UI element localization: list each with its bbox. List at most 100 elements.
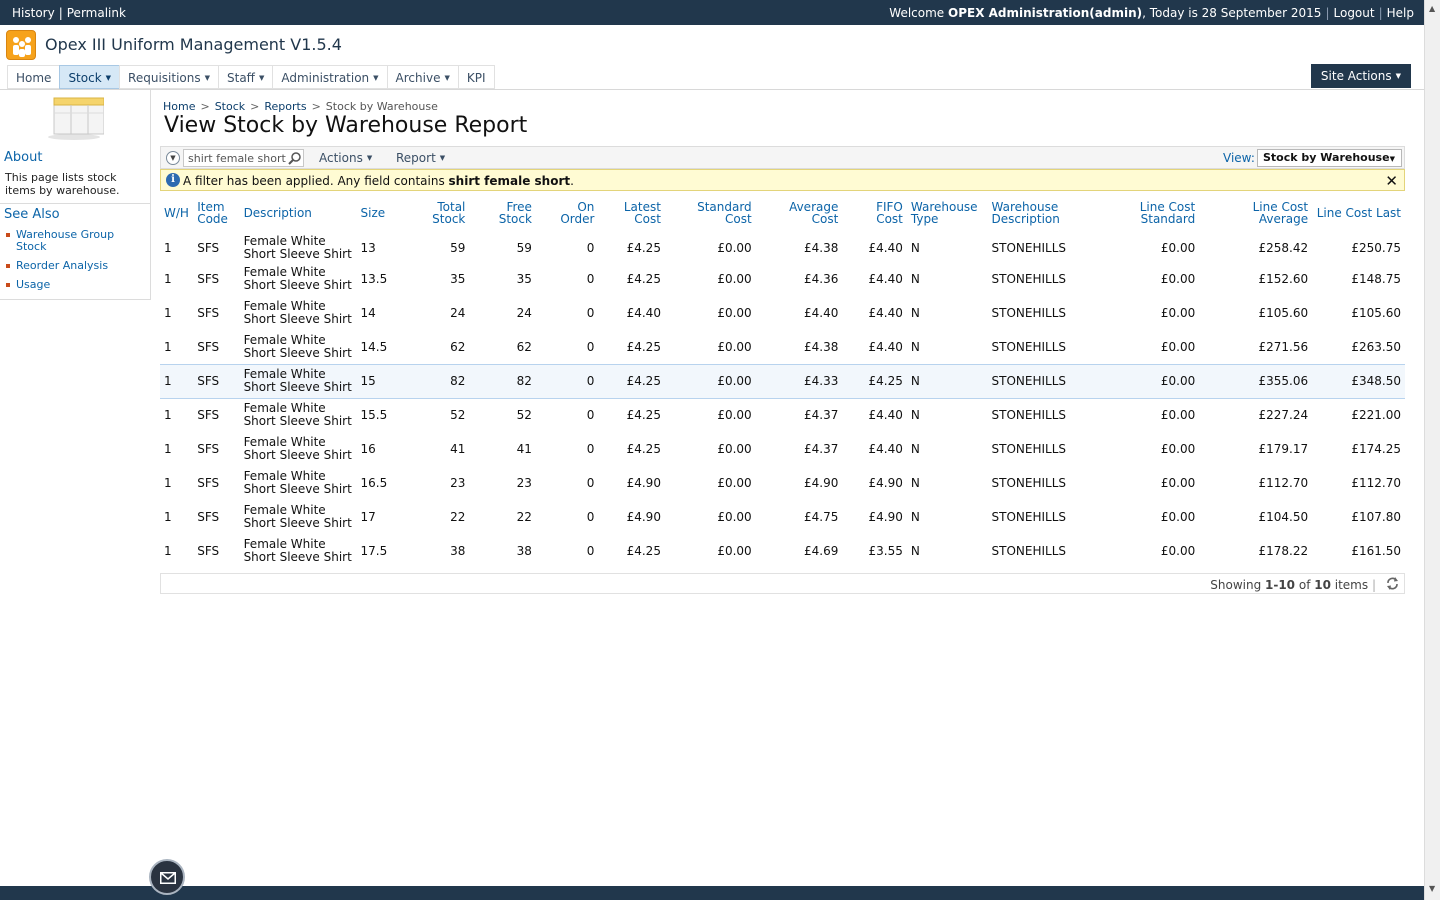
breadcrumb-reports[interactable]: Reports bbox=[264, 100, 306, 113]
table-row[interactable]: 1 SFS Female White Short Sleeve Shirt 15.5 5… bbox=[160, 398, 1405, 432]
expand-search-icon[interactable]: ▼ bbox=[166, 151, 180, 165]
cell-line-cost-last: £263.50 bbox=[1351, 339, 1401, 354]
nav-home[interactable]: Home bbox=[7, 65, 60, 89]
cell-latest-cost: £4.25 bbox=[626, 408, 661, 423]
history-link[interactable]: History bbox=[12, 6, 55, 20]
cell-warehouse-type: N bbox=[910, 241, 920, 255]
filter-term: shirt female short bbox=[448, 174, 571, 188]
cell-free-stock: 59 bbox=[516, 241, 532, 255]
header-col-line-cost-average[interactable]: Line Cost Average bbox=[1199, 198, 1312, 228]
header-col-on-order[interactable]: On Order bbox=[536, 198, 599, 228]
cell-line-cost-average: £104.50 bbox=[1258, 510, 1309, 524]
see-also-heading: See Also bbox=[4, 207, 60, 222]
table-row[interactable]: 1 SFS Female White Short Sleeve Shirt 17.5 3… bbox=[160, 534, 1405, 568]
report-menu[interactable]: Report ▼ bbox=[396, 151, 445, 165]
header-col-average-cost[interactable]: Average Cost bbox=[756, 198, 843, 228]
permalink-link[interactable]: Permalink bbox=[67, 6, 126, 20]
header-col-line-cost-standard[interactable]: Line Cost Standard bbox=[1082, 198, 1199, 228]
cell-item-code: SFS bbox=[197, 510, 220, 524]
top-navigation: Home Stock ▼ Requisitions ▼ Staff ▼ Adminis… bbox=[7, 65, 495, 89]
table-row[interactable]: 1 SFS Female White Short Sleeve Shirt 13 59 5… bbox=[160, 228, 1405, 262]
view-select[interactable]: Stock by Warehouse ▼ bbox=[1257, 149, 1402, 167]
header-col-free-stock[interactable]: Free Stock bbox=[469, 198, 536, 228]
search-icon[interactable] bbox=[288, 151, 302, 165]
cell-line-cost-last: £161.50 bbox=[1351, 544, 1401, 558]
cell-total-stock: 82 bbox=[396, 363, 470, 399]
stock-table: W/H Item Code Description Size Total Stock Fr… bbox=[160, 198, 1405, 568]
nav-stock[interactable]: Stock ▼ bbox=[59, 65, 120, 89]
cell-fifo-cost: £4.40 bbox=[868, 306, 903, 320]
cell-warehouse-type: N bbox=[910, 544, 920, 558]
table-row[interactable]: 1 SFS Female White Short Sleeve Shirt 13.5 3… bbox=[160, 262, 1405, 296]
header-col-line-cost-last[interactable]: Line Cost Last bbox=[1312, 198, 1405, 228]
cell-average-cost: £4.90 bbox=[804, 476, 839, 490]
see-also-reorder-analysis[interactable]: Reorder Analysis bbox=[6, 260, 146, 272]
header-col-standard-cost[interactable]: Standard Cost bbox=[665, 198, 756, 228]
vertical-scrollbar[interactable]: ▲ ▼ bbox=[1424, 0, 1440, 900]
cell-latest-cost: £4.90 bbox=[626, 476, 661, 490]
cell-line-cost-average: £355.06 bbox=[1199, 363, 1313, 399]
header-col-fifo-cost[interactable]: FIFO Cost bbox=[842, 198, 907, 228]
cell-warehouse-type: N bbox=[910, 408, 920, 423]
cell-size: 15 bbox=[356, 363, 397, 399]
cell-warehouse-description: STONEHILLS bbox=[991, 476, 1067, 490]
scroll-up-icon[interactable]: ▲ bbox=[1429, 4, 1435, 13]
nav-requisitions[interactable]: Requisitions ▼ bbox=[119, 65, 218, 89]
cell-fifo-cost: £4.40 bbox=[868, 339, 903, 354]
header-col-item-code[interactable]: Item Code bbox=[193, 198, 239, 228]
table-row[interactable]: 1 SFS Female White Short Sleeve Shirt 17 22 2… bbox=[160, 500, 1405, 534]
see-also-usage[interactable]: Usage bbox=[6, 279, 146, 291]
breadcrumb-home[interactable]: Home bbox=[163, 100, 195, 113]
header-col-description[interactable]: Description bbox=[240, 198, 357, 228]
table-row[interactable]: 1 SFS Female White Short Sleeve Shirt 14 24 2… bbox=[160, 296, 1405, 330]
cell-latest-cost: £4.25 bbox=[626, 544, 661, 558]
table-row[interactable]: 1 SFS Female White Short Sleeve Shirt 16 41 4… bbox=[160, 432, 1405, 466]
site-actions-button[interactable]: Site Actions ▼ bbox=[1310, 64, 1411, 88]
search-input[interactable] bbox=[183, 149, 304, 167]
cell-wh: 1 bbox=[164, 442, 172, 456]
table-row[interactable]: 1 SFS Female White Short Sleeve Shirt 16.5 2… bbox=[160, 466, 1405, 500]
page-title: View Stock by Warehouse Report bbox=[164, 113, 528, 138]
nav-archive[interactable]: Archive ▼ bbox=[386, 65, 458, 89]
chevron-down-icon: ▼ bbox=[204, 74, 210, 82]
see-also-warehouse-group-stock[interactable]: Warehouse Group Stock bbox=[6, 229, 146, 253]
header-col-warehouse-description[interactable]: Warehouse Description bbox=[988, 198, 1083, 228]
table-row[interactable]: 1 SFS Female White Short Sleeve Shirt 14.5 6… bbox=[160, 330, 1405, 364]
header-col-size[interactable]: Size bbox=[357, 198, 397, 228]
logout-link[interactable]: Logout bbox=[1334, 6, 1375, 20]
cell-latest-cost: £4.25 bbox=[626, 272, 661, 286]
chevron-down-icon: ▼ bbox=[373, 74, 379, 82]
nav-kpi[interactable]: KPI bbox=[457, 65, 495, 89]
cell-latest-cost: £4.90 bbox=[626, 510, 661, 524]
current-user[interactable]: OPEX Administration(admin) bbox=[948, 6, 1142, 20]
header-col-latest-cost[interactable]: Latest Cost bbox=[598, 198, 665, 228]
table-row[interactable]: 1 SFS Female White Short Sleeve Shirt 15 82 8… bbox=[160, 363, 1405, 399]
app-logo-icon[interactable] bbox=[6, 30, 36, 60]
refresh-icon[interactable] bbox=[1385, 576, 1400, 591]
header-col-total-stock[interactable]: Total Stock bbox=[397, 198, 470, 228]
cell-standard-cost: £0.00 bbox=[717, 241, 752, 255]
app-title[interactable]: Opex III Uniform Management V1.5.4 bbox=[45, 35, 342, 54]
cell-latest-cost: £4.25 bbox=[626, 442, 661, 456]
welcome-prefix: Welcome bbox=[889, 6, 948, 20]
header-col-warehouse-type[interactable]: Warehouse Type bbox=[907, 198, 988, 228]
help-link[interactable]: Help bbox=[1387, 6, 1414, 20]
nav-staff[interactable]: Staff ▼ bbox=[218, 65, 273, 89]
feedback-mail-button[interactable] bbox=[149, 859, 185, 895]
cell-item-code: SFS bbox=[197, 476, 220, 490]
nav-administration[interactable]: Administration ▼ bbox=[272, 65, 387, 89]
actions-menu[interactable]: Actions ▼ bbox=[319, 151, 372, 165]
cell-line-cost-average: £227.24 bbox=[1258, 408, 1309, 423]
cell-line-cost-last: £174.25 bbox=[1351, 442, 1401, 456]
cell-latest-cost: £4.25 bbox=[626, 339, 661, 354]
cell-warehouse-type: N bbox=[910, 306, 920, 320]
breadcrumb-stock[interactable]: Stock bbox=[215, 100, 245, 113]
cell-fifo-cost: £4.25 bbox=[842, 363, 907, 399]
header-col-wh[interactable]: W/H bbox=[160, 198, 193, 228]
cell-free-stock: 62 bbox=[516, 339, 532, 354]
scroll-down-icon[interactable]: ▼ bbox=[1429, 884, 1435, 893]
close-icon[interactable]: ✕ bbox=[1385, 172, 1398, 190]
cell-size: 14 bbox=[360, 306, 376, 320]
cell-item-code: SFS bbox=[197, 241, 220, 255]
cell-line-cost-standard: £0.00 bbox=[1160, 306, 1196, 320]
